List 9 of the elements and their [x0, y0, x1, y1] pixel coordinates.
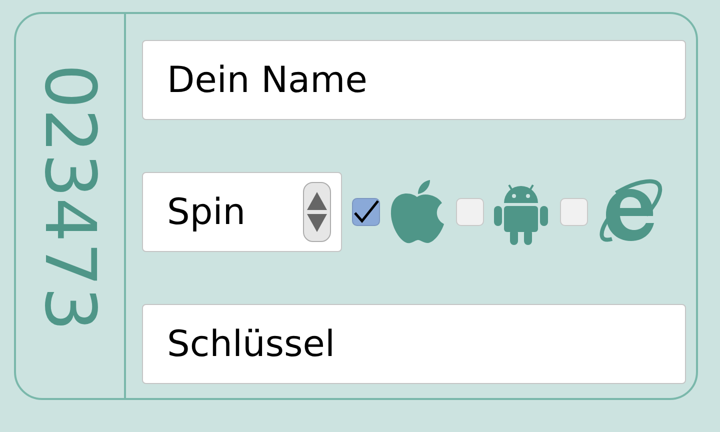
- code-number: 023473: [35, 64, 105, 332]
- name-field[interactable]: Dein Name: [142, 40, 686, 120]
- checkbox[interactable]: [456, 198, 484, 226]
- checkbox[interactable]: [352, 198, 380, 226]
- spin-field[interactable]: Spin: [142, 172, 342, 252]
- apple-icon: [388, 179, 446, 245]
- key-field[interactable]: Schlüssel: [142, 304, 686, 384]
- spinner-icon[interactable]: [303, 182, 331, 242]
- checkbox[interactable]: [560, 198, 588, 226]
